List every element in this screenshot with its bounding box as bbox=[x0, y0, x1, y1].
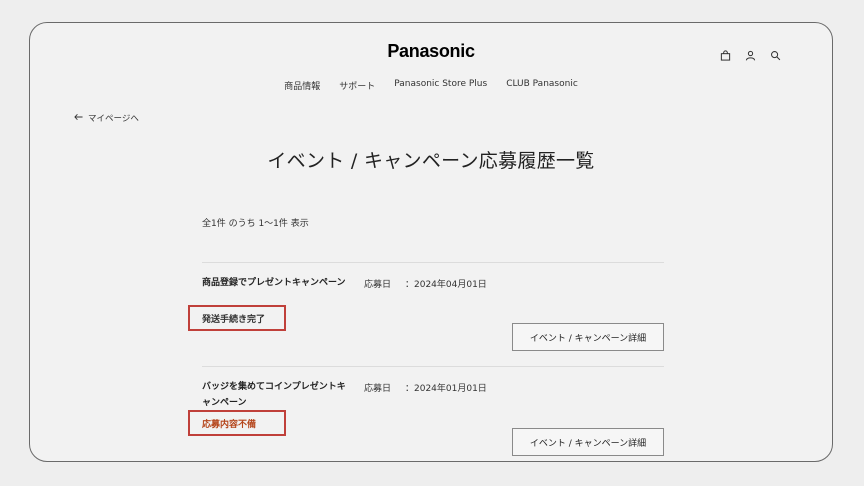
apply-date-value: ：2024年01月01日 bbox=[405, 384, 487, 394]
browser-frame: Panasonic 商品情報 サポート Panasonic Store Plus… bbox=[29, 22, 833, 462]
bag-icon[interactable] bbox=[718, 48, 732, 62]
status-badge: 発送手続き完了 bbox=[202, 315, 266, 325]
header-icons bbox=[718, 48, 782, 62]
panasonic-logo[interactable]: Panasonic bbox=[30, 41, 832, 62]
apply-date-label: 応募日 bbox=[364, 280, 392, 290]
divider bbox=[202, 262, 664, 263]
campaign-title: 商品登録でプレゼントキャンペーン bbox=[202, 278, 346, 288]
campaign-title: バッジを集めてコインプレゼントキャンペーン bbox=[202, 382, 346, 408]
apply-date-value: ：2024年04月01日 bbox=[405, 280, 487, 290]
result-count: 全1件 のうち 1〜1件 表示 bbox=[202, 219, 309, 229]
apply-date-label: 応募日 bbox=[364, 384, 392, 394]
page-title: イベント / キャンペーン応募履歴一覧 bbox=[267, 150, 595, 172]
nav-item-support[interactable]: サポート bbox=[339, 79, 375, 92]
list-item: 商品登録でプレゼントキャンペーン 応募日 ：2024年04月01日 発送手続き完… bbox=[188, 275, 664, 375]
back-to-mypage-link[interactable]: マイページへ bbox=[74, 112, 139, 124]
campaign-detail-button[interactable]: イベント / キャンペーン詳細 bbox=[512, 428, 664, 456]
campaign-detail-button[interactable]: イベント / キャンペーン詳細 bbox=[512, 323, 664, 351]
back-link-label: マイページへ bbox=[88, 114, 139, 124]
divider bbox=[202, 366, 664, 367]
status-badge: 応募内容不備 bbox=[202, 420, 257, 430]
nav-item-club-panasonic[interactable]: CLUB Panasonic bbox=[506, 79, 578, 92]
user-icon[interactable] bbox=[743, 48, 757, 62]
list-item: バッジを集めてコインプレゼントキャンペーン 応募日 ：2024年01月01日 応… bbox=[188, 379, 664, 461]
nav-item-products[interactable]: 商品情報 bbox=[284, 79, 320, 92]
main-nav: 商品情報 サポート Panasonic Store Plus CLUB Pana… bbox=[30, 79, 832, 92]
arrow-left-icon bbox=[74, 113, 83, 124]
search-icon[interactable] bbox=[768, 48, 782, 62]
nav-item-store-plus[interactable]: Panasonic Store Plus bbox=[394, 79, 487, 92]
